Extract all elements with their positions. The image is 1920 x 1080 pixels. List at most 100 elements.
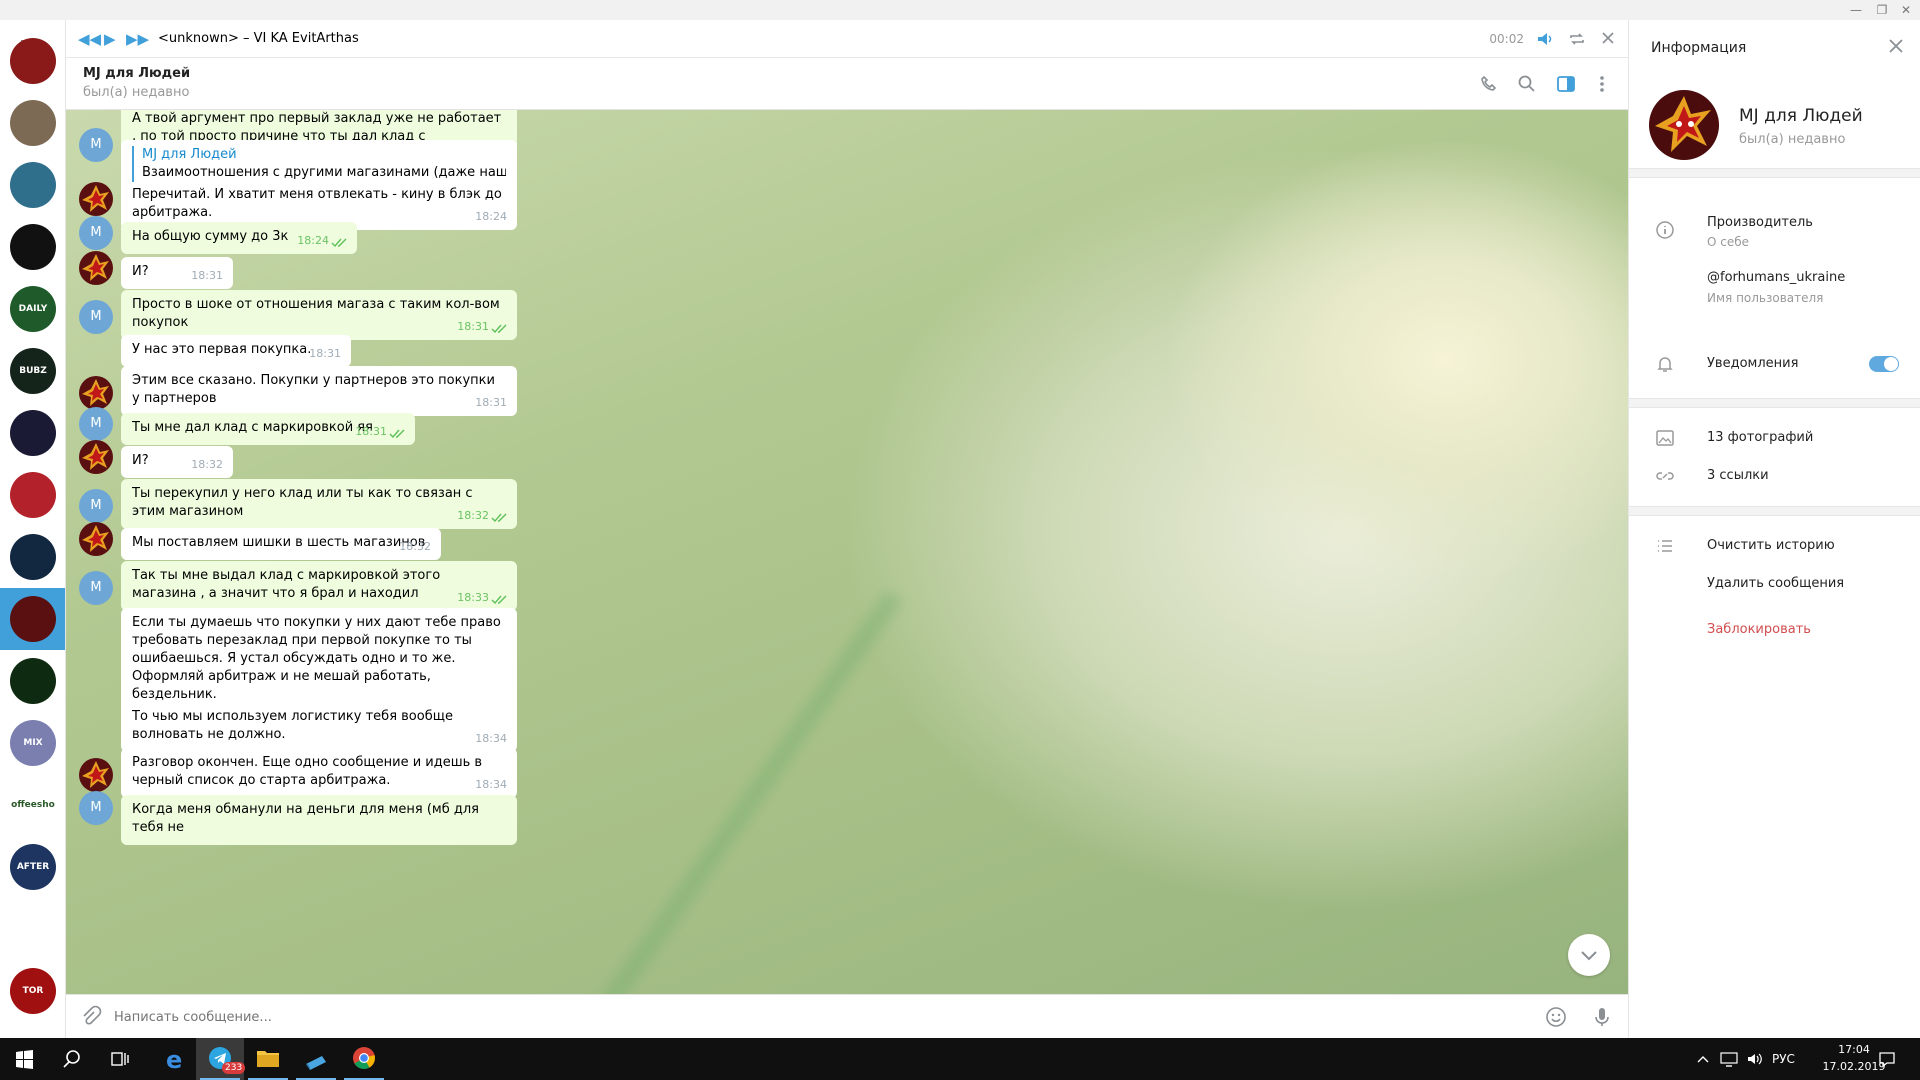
message-bubble[interactable]: Просто в шоке от отношения магаза с таки… [121, 290, 517, 340]
message-bubble[interactable]: И? 18:31 [121, 257, 233, 289]
language-indicator[interactable]: РУС [1772, 1052, 1795, 1066]
message-sender-avatar[interactable] [79, 376, 113, 410]
block-user-button[interactable]: Заблокировать [1707, 622, 1811, 637]
taskbar-telegram[interactable]: 233 [196, 1038, 246, 1080]
chevron-up-icon[interactable] [1696, 1052, 1710, 1066]
divider [1629, 506, 1920, 516]
sidebar-chat-item[interactable] [0, 898, 65, 960]
message-bubble[interactable]: Так ты мне выдал клад с маркировкой этог… [121, 561, 517, 611]
profile-avatar[interactable] [1649, 90, 1719, 160]
sidebar-chat-item[interactable] [0, 402, 65, 464]
message-time: 18:34 [475, 732, 507, 745]
message-bubble[interactable]: Ты перекупил у него клад или ты как то с… [121, 479, 517, 529]
sidebar-chat-item[interactable]: MIX SHOP [0, 712, 65, 774]
shared-links[interactable]: 3 ссылки [1707, 468, 1769, 483]
message-bubble[interactable]: MJ для Людей Взаимоотношения с другими ма… [121, 140, 517, 230]
chat-messages-area[interactable]: MА твой аргумент про первый заклад уже н… [66, 110, 1628, 994]
sidebar-chat-item[interactable]: DAILY JOINT [0, 278, 65, 340]
taskbar-app[interactable] [292, 1038, 340, 1080]
chat-avatar [10, 410, 56, 456]
message-bubble[interactable]: То чью мы используем логистику тебя вооб… [121, 702, 517, 752]
message-sender-avatar[interactable]: M [79, 489, 113, 523]
message-time: 18:32 [457, 509, 489, 522]
more-menu-icon[interactable] [1591, 73, 1613, 95]
message-bubble[interactable]: Ты мне дал клад с маркировкой яя 18:31 [121, 413, 415, 445]
sidebar-chat-item[interactable] [0, 154, 65, 216]
sidebar-chat-item[interactable]: offeesho [0, 774, 65, 836]
message-sender-avatar[interactable]: M [79, 571, 113, 605]
microphone-icon[interactable] [1590, 1005, 1614, 1029]
message-sender-avatar[interactable] [79, 522, 113, 556]
taskbar-edge[interactable]: e [150, 1038, 198, 1080]
profile-username[interactable]: @forhumans_ukraine [1707, 270, 1845, 285]
close-icon[interactable] [1886, 36, 1906, 56]
telegram-unread-badge: 233 [222, 1062, 246, 1074]
message-bubble[interactable]: Этим все сказано. Покупки у партнеров эт… [121, 366, 517, 416]
message-bubble[interactable]: На общую сумму до 3к 18:24 [121, 222, 357, 254]
sidebar-chat-item[interactable] [0, 92, 65, 154]
taskbar-explorer[interactable] [244, 1038, 292, 1080]
message-time: 18:31 [475, 396, 507, 409]
message-sender-avatar[interactable] [79, 182, 113, 216]
read-checkmark-icon [491, 595, 507, 605]
start-button[interactable] [0, 1038, 48, 1080]
volume-icon[interactable] [1536, 30, 1554, 48]
notifications-icon[interactable] [1878, 1050, 1896, 1068]
repeat-icon[interactable] [1568, 30, 1586, 48]
message-bubble[interactable]: У нас это первая покупка. 18:31 [121, 335, 351, 367]
chat-avatar: MIX SHOP [10, 720, 56, 766]
attach-icon[interactable] [78, 1005, 102, 1029]
wallpaper-stem [587, 590, 903, 994]
volume-icon[interactable] [1746, 1051, 1764, 1067]
search-icon[interactable] [1516, 73, 1538, 95]
clock-time[interactable]: 17:04 [1822, 1043, 1886, 1056]
windows-logo-icon [16, 1050, 33, 1069]
shared-photos[interactable]: 13 фотографий [1707, 430, 1813, 445]
sidebar-chat-item[interactable]: TOR [0, 960, 65, 1022]
message-bubble[interactable]: Разговор окончен. Еще одно сообщение и и… [121, 748, 517, 798]
reply-quote[interactable]: MJ для Людей Взаимоотношения с другими ма… [132, 146, 506, 182]
network-icon[interactable] [1720, 1051, 1738, 1067]
message-sender-avatar[interactable] [79, 758, 113, 792]
message-sender-avatar[interactable]: M [79, 791, 113, 825]
chat-avatar [10, 100, 56, 146]
message-sender-avatar[interactable] [79, 440, 113, 474]
sidebar-chat-item[interactable] [0, 588, 65, 650]
next-track-icon[interactable]: ▶▶ [126, 30, 149, 48]
scroll-down-button[interactable] [1568, 934, 1610, 976]
emoji-icon[interactable] [1544, 1005, 1568, 1029]
sidebar-chat-item[interactable] [0, 464, 65, 526]
window-close-button[interactable]: ✕ [1892, 0, 1920, 20]
sidebar-chat-item[interactable] [0, 650, 65, 712]
player-close-icon[interactable] [1600, 30, 1616, 46]
sidebar-chat-item[interactable]: AFTER PARTY [0, 836, 65, 898]
windows-taskbar: e 233 РУС 17:04 17.02.2019 [0, 1038, 1920, 1080]
sidebar-chat-item[interactable] [0, 526, 65, 588]
sidebar-chat-item[interactable] [0, 216, 65, 278]
previous-track-icon[interactable]: ◀◀ [78, 30, 101, 48]
notifications-toggle[interactable] [1869, 356, 1899, 372]
taskbar-search-button[interactable] [48, 1038, 96, 1080]
message-sender-avatar[interactable]: M [79, 300, 113, 334]
chat-title[interactable]: MJ для Людей [83, 66, 190, 81]
info-panel-icon[interactable] [1555, 73, 1577, 95]
message-sender-avatar[interactable]: M [79, 216, 113, 250]
minimize-button[interactable]: — [1842, 0, 1870, 20]
message-sender-avatar[interactable]: M [79, 407, 113, 441]
message-bubble[interactable]: Мы поставляем шишки в шесть магазинов 18:… [121, 528, 441, 560]
message-sender-avatar[interactable] [79, 251, 113, 285]
message-sender-avatar[interactable]: M [79, 128, 113, 162]
message-input[interactable] [114, 1005, 1414, 1029]
clear-history-button[interactable]: Очистить историю [1707, 538, 1835, 553]
play-icon[interactable]: ▶ [104, 30, 124, 48]
message-bubble[interactable]: Когда меня обманули на деньги для меня (… [121, 795, 517, 845]
taskbar-chrome[interactable] [340, 1038, 388, 1080]
message-text: То чью мы используем логистику тебя вооб… [132, 709, 458, 742]
phone-icon[interactable] [1478, 73, 1500, 95]
info-panel: Информация MJ для Людей был(а) недавно П… [1628, 20, 1920, 1038]
sidebar-chat-item[interactable] [0, 30, 65, 92]
delete-messages-button[interactable]: Удалить сообщения [1707, 576, 1844, 591]
task-view-button[interactable] [96, 1038, 144, 1080]
message-bubble[interactable]: И? 18:32 [121, 446, 233, 478]
sidebar-chat-item[interactable]: BUBZ [0, 340, 65, 402]
